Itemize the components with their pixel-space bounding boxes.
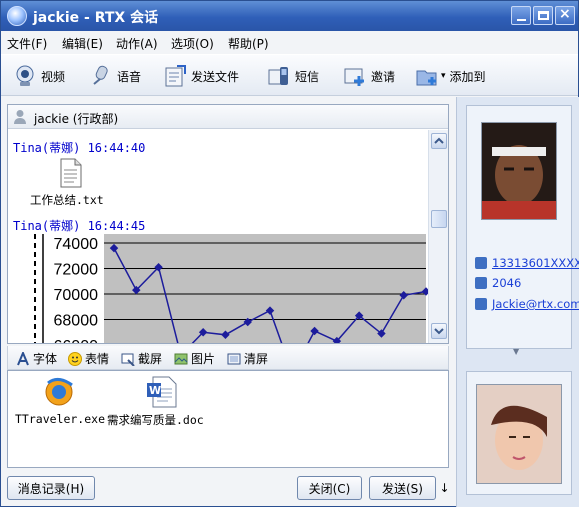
- message-input-area[interactable]: TTraveler.exe W 需求编写质量.doc: [7, 370, 449, 468]
- attachment-name[interactable]: 需求编写质量.doc: [107, 412, 204, 428]
- rtx-logo-icon: [7, 6, 27, 26]
- screenshot-button[interactable]: 截屏: [121, 350, 162, 367]
- voice-button[interactable]: 语音: [89, 63, 141, 89]
- sms-phone-icon: [267, 64, 291, 88]
- format-toolbar: 字体 表情 截屏 图片 清屏: [7, 346, 449, 370]
- menu-bar: 文件(F) 编辑(E) 动作(A) 选项(O) 帮助(P): [1, 31, 578, 53]
- chart-y-tick-label: 74000: [54, 236, 99, 253]
- chart-y-tick-label: 66000: [54, 338, 99, 343]
- scroll-down-button[interactable]: [431, 323, 447, 339]
- smiley-icon: [68, 351, 82, 366]
- invite-label: 邀请: [371, 69, 396, 84]
- email-icon: [475, 298, 487, 310]
- invite-button[interactable]: 邀请: [343, 63, 395, 89]
- menu-edit[interactable]: 编辑(E): [62, 35, 103, 52]
- send-file-icon: [163, 64, 187, 88]
- add-to-label: 添加到: [449, 69, 486, 84]
- voice-label: 语音: [117, 69, 142, 84]
- webcam-icon: [13, 64, 37, 88]
- vertical-scrollbar[interactable]: [428, 130, 448, 343]
- minimize-button[interactable]: [511, 6, 531, 25]
- clear-screen-button[interactable]: 清屏: [227, 350, 268, 367]
- emoji-label: 表情: [85, 352, 110, 366]
- send-button[interactable]: 发送(S): [369, 476, 436, 500]
- add-to-button[interactable]: ▾ 添加到: [415, 63, 486, 89]
- chart-y-tick-label: 72000: [54, 262, 99, 279]
- window-title: jackie - RTX 会话: [33, 10, 159, 26]
- dropdown-arrow-icon: ▾: [441, 71, 446, 81]
- screenshot-icon: [121, 352, 135, 367]
- email-line: Jackie@rtx.com: [475, 297, 579, 311]
- sms-label: 短信: [295, 69, 320, 84]
- line-chart-image[interactable]: 74000 72000 70000 68000 66000: [13, 234, 428, 343]
- menu-action[interactable]: 动作(A): [116, 35, 158, 52]
- image-label: 图片: [191, 352, 216, 366]
- send-file-button[interactable]: 发送文件: [163, 63, 239, 89]
- extension-phone-icon: [475, 277, 487, 289]
- contact-name: jackie (行政部): [34, 112, 119, 126]
- word-doc-icon[interactable]: W: [145, 375, 179, 412]
- self-avatar[interactable]: [476, 384, 562, 484]
- message-area[interactable]: Tina(蒂娜) 16:44:40 工作总结.txt Tina(蒂娜) 16:4…: [8, 130, 428, 343]
- toolbar: 视频 语音 发送文件 短信 邀请 ▾ 添加到: [1, 54, 578, 96]
- phone-line: 13313601XXXX: [475, 256, 579, 270]
- scroll-up-button[interactable]: [431, 133, 447, 149]
- collapse-arrow-icon[interactable]: ▼: [513, 347, 519, 356]
- menu-help[interactable]: 帮助(P): [228, 35, 269, 52]
- file-name[interactable]: 工作总结.txt: [30, 192, 104, 208]
- extension-line: 2046: [475, 276, 521, 290]
- contact-header: jackie (行政部): [8, 105, 448, 129]
- menu-options[interactable]: 选项(O): [171, 35, 214, 52]
- scroll-thumb[interactable]: [431, 210, 447, 228]
- svg-text:W: W: [149, 384, 161, 397]
- self-profile-card: [466, 371, 572, 495]
- close-button[interactable]: 关闭(C): [297, 476, 362, 500]
- video-button[interactable]: 视频: [13, 63, 65, 89]
- chat-history-panel: jackie (行政部) Tina(蒂娜) 16:44:40 工作总结.txt …: [7, 104, 449, 344]
- sms-button[interactable]: 短信: [267, 63, 319, 89]
- email-link[interactable]: Jackie@rtx.com: [492, 297, 579, 311]
- video-label: 视频: [41, 69, 66, 84]
- font-button[interactable]: 字体: [16, 349, 58, 367]
- screenshot-label: 截屏: [138, 352, 163, 366]
- person-icon: [13, 109, 27, 124]
- font-icon: [16, 349, 30, 366]
- close-window-button[interactable]: ×: [555, 6, 575, 25]
- chart-y-tick-label: 70000: [54, 287, 99, 304]
- title-bar[interactable]: jackie - RTX 会话 ×: [1, 1, 578, 31]
- invite-icon: [343, 64, 367, 88]
- message-sender: Tina(蒂娜) 16:44:45: [13, 219, 146, 233]
- phone-icon: [475, 257, 487, 269]
- send-file-label: 发送文件: [191, 69, 240, 84]
- picture-icon: [174, 352, 188, 366]
- extension-number: 2046: [492, 276, 522, 290]
- menu-file[interactable]: 文件(F): [7, 35, 47, 52]
- microphone-icon: [89, 64, 113, 88]
- font-label: 字体: [33, 352, 58, 366]
- phone-link[interactable]: 13313601XXXX: [492, 256, 579, 270]
- text-file-icon[interactable]: [60, 158, 82, 191]
- emoji-button[interactable]: 表情: [68, 350, 109, 367]
- clear-screen-label: 清屏: [244, 352, 269, 366]
- send-options-dropdown[interactable]: ↓: [438, 476, 451, 500]
- message-history-button[interactable]: 消息记录(H): [7, 476, 95, 500]
- clear-screen-icon: [227, 352, 241, 366]
- profile-pane: 13313601XXXX 2046 Jackie@rtx.com ▼: [456, 97, 579, 507]
- add-to-folder-icon: [415, 64, 439, 88]
- message-sender: Tina(蒂娜) 16:44:40: [13, 141, 146, 155]
- image-button[interactable]: 图片: [174, 350, 215, 367]
- contact-profile-card: 13313601XXXX 2046 Jackie@rtx.com: [466, 105, 579, 349]
- rtx-chat-window: jackie - RTX 会话 × 文件(F) 编辑(E) 动作(A) 选项(O…: [0, 0, 579, 507]
- contact-avatar[interactable]: [481, 122, 557, 220]
- chart-y-tick-label: 68000: [54, 313, 99, 330]
- traveler-app-icon[interactable]: [42, 375, 76, 410]
- maximize-button[interactable]: [533, 6, 553, 25]
- chart-plot-area: [104, 234, 426, 343]
- attachment-name[interactable]: TTraveler.exe: [15, 412, 105, 426]
